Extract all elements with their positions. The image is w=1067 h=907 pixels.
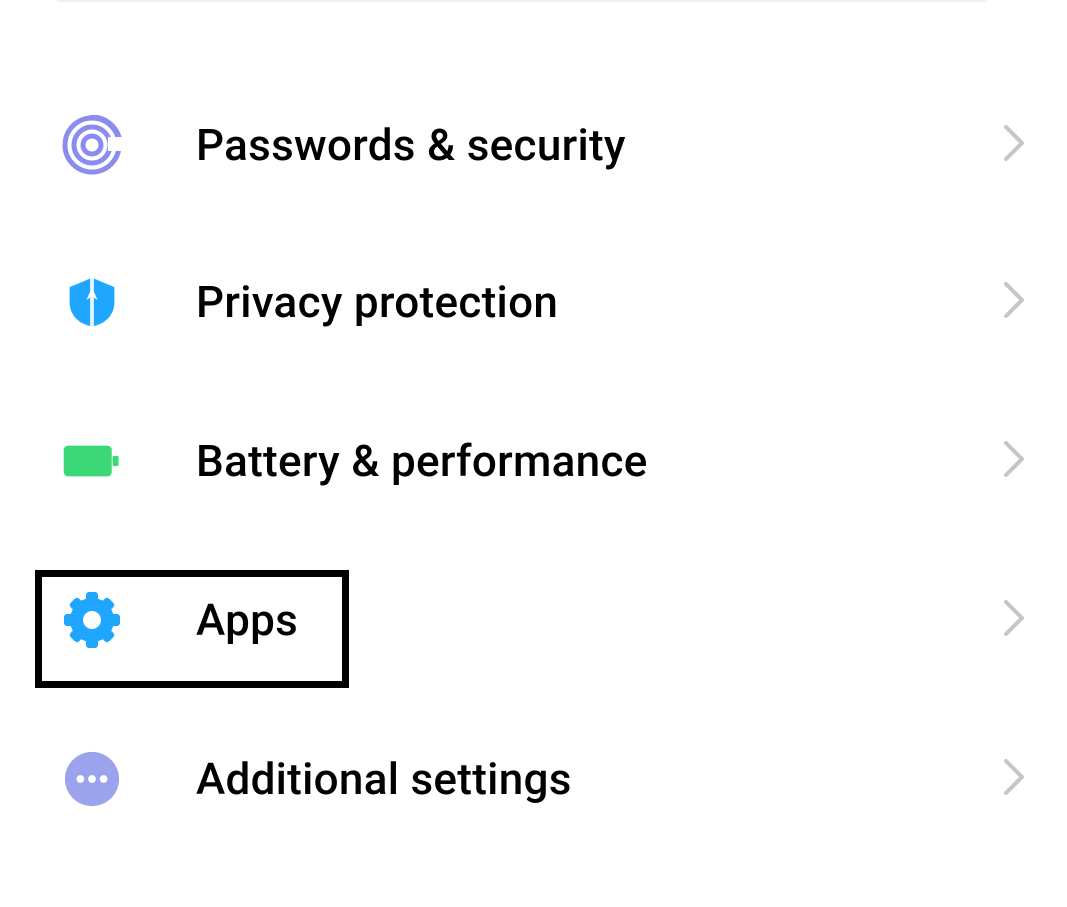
divider bbox=[57, 0, 987, 2]
chevron-right-icon bbox=[1003, 758, 1025, 800]
settings-item-apps[interactable]: Apps bbox=[0, 540, 1067, 700]
settings-item-label: Additional settings bbox=[196, 753, 572, 805]
shield-icon bbox=[62, 272, 122, 332]
settings-item-passwords[interactable]: Passwords & security bbox=[0, 65, 1067, 225]
settings-item-label: Battery & performance bbox=[196, 435, 648, 487]
gear-icon bbox=[62, 590, 122, 650]
settings-item-label: Privacy protection bbox=[196, 276, 558, 328]
battery-icon bbox=[62, 431, 122, 491]
settings-item-battery[interactable]: Battery & performance bbox=[0, 381, 1067, 541]
settings-item-label: Apps bbox=[196, 594, 298, 646]
settings-item-privacy[interactable]: Privacy protection bbox=[0, 222, 1067, 382]
chevron-right-icon bbox=[1003, 124, 1025, 166]
chevron-right-icon bbox=[1003, 281, 1025, 323]
dots-icon bbox=[62, 749, 122, 809]
chevron-right-icon bbox=[1003, 599, 1025, 641]
chevron-right-icon bbox=[1003, 440, 1025, 482]
settings-item-additional[interactable]: Additional settings bbox=[0, 699, 1067, 859]
settings-list: Passwords & security Privacy protection … bbox=[0, 0, 1067, 907]
fingerprint-icon bbox=[62, 115, 122, 175]
settings-item-label: Passwords & security bbox=[196, 119, 626, 171]
